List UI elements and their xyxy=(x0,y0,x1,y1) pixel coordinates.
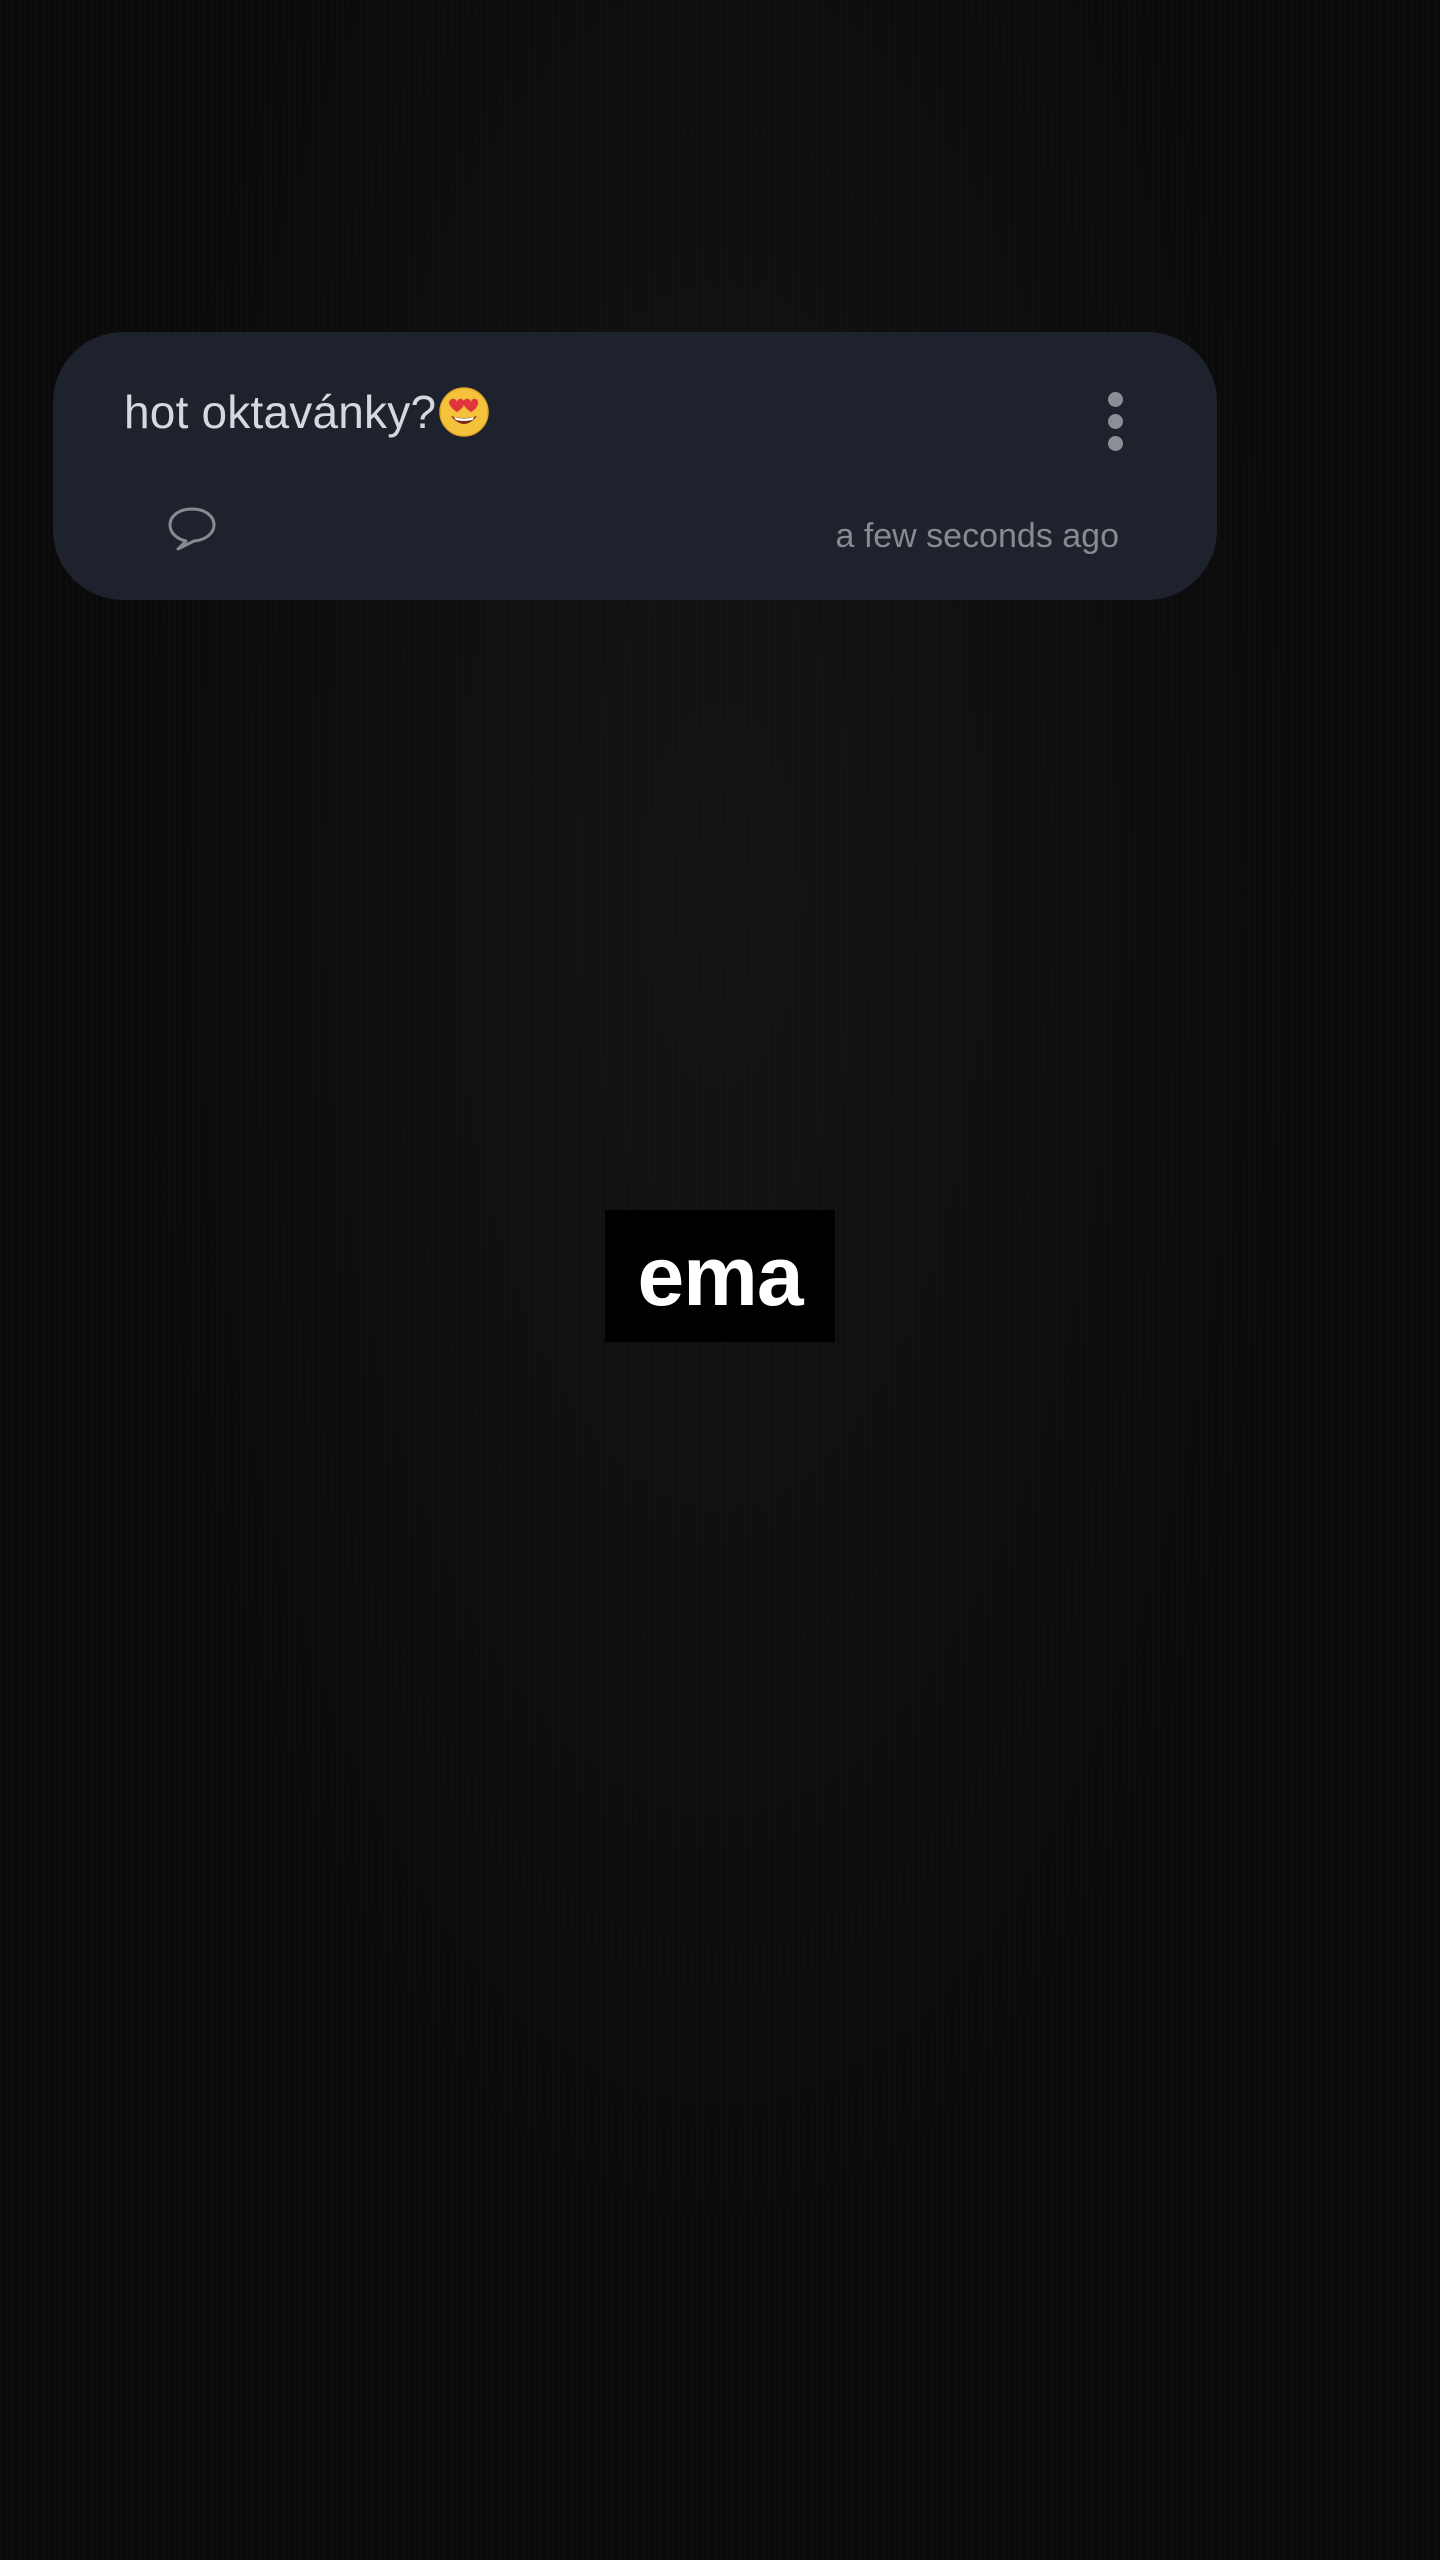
more-vertical-icon xyxy=(1108,392,1123,407)
post-card[interactable]: hot oktavánky? a few seconds ago xyxy=(53,332,1217,600)
username-label: ema xyxy=(637,1229,803,1323)
more-options-button[interactable] xyxy=(1093,384,1139,460)
more-vertical-icon-dot xyxy=(1108,436,1123,451)
username-watermark: ema xyxy=(605,1210,835,1342)
post-text-row: hot oktavánky? xyxy=(124,382,490,442)
post-timestamp: a few seconds ago xyxy=(835,517,1119,555)
post-text: hot oktavánky? xyxy=(124,386,437,438)
more-vertical-icon-dot xyxy=(1108,414,1123,429)
comment-button[interactable] xyxy=(165,504,219,552)
heart-eyes-emoji-icon xyxy=(439,387,489,437)
comment-bubble-icon xyxy=(168,507,216,551)
